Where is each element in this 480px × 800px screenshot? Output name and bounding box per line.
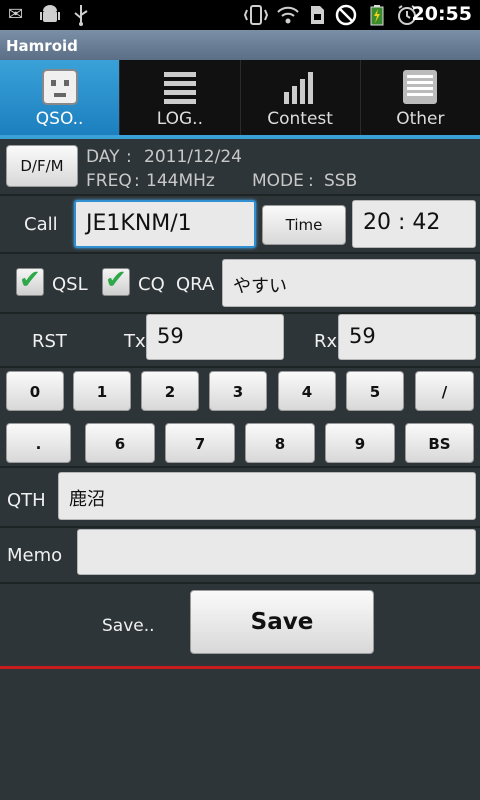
qsl-checkbox[interactable]: ✔: [16, 265, 44, 296]
memo-row: Memo: [0, 528, 480, 584]
key-1[interactable]: 1: [73, 371, 131, 411]
info-row: D/F/M DAY : 2011/12/24 FREQ : 144MHz MOD…: [0, 139, 480, 196]
call-label: Call: [24, 214, 58, 235]
freq-label: FREQ: [86, 171, 132, 191]
memo-label: Memo: [7, 545, 63, 566]
qth-input[interactable]: 鹿沼: [58, 472, 476, 520]
day-separator: :: [126, 147, 132, 167]
key-backspace[interactable]: BS: [405, 423, 474, 463]
tab-label: LOG..: [156, 109, 203, 129]
mode-value: SSB: [324, 171, 358, 191]
time-button[interactable]: Time: [262, 205, 346, 245]
check-icon: ✔: [105, 265, 127, 295]
call-row: Call JE1KNM/1 Time 20 : 42: [0, 196, 480, 254]
rst-row: RST Tx 59 Rx 59: [0, 314, 480, 368]
cq-label: CQ: [138, 274, 165, 295]
qra-label: QRA: [176, 274, 215, 295]
vibrate-icon: [243, 4, 269, 26]
day-label: DAY: [86, 147, 120, 167]
key-8[interactable]: 8: [245, 423, 315, 463]
key-3[interactable]: 3: [209, 371, 267, 411]
memo-input[interactable]: [77, 529, 476, 575]
qth-label: QTH: [7, 490, 46, 511]
key-6[interactable]: 6: [85, 423, 155, 463]
key-dot[interactable]: .: [6, 423, 71, 463]
usb-icon: [72, 4, 90, 26]
battery-icon: [368, 4, 386, 26]
rx-label: Rx: [314, 331, 338, 352]
app-root: ✉ 20:55 Hamroid QSO.. LOG.. Contest Othe…: [0, 0, 480, 800]
tab-other[interactable]: Other: [361, 60, 480, 135]
key-7[interactable]: 7: [165, 423, 235, 463]
cq-checkbox[interactable]: ✔: [102, 265, 130, 296]
tab-label: QSO..: [35, 109, 84, 129]
app-title: Hamroid: [0, 30, 480, 60]
status-clock: 20:55: [411, 3, 472, 25]
tab-contest[interactable]: Contest: [241, 60, 361, 135]
qra-row: ✔ QSL ✔ CQ QRA やすい: [0, 254, 480, 314]
tab-label: Other: [396, 109, 445, 129]
call-input[interactable]: JE1KNM/1: [74, 200, 256, 248]
key-0[interactable]: 0: [6, 371, 64, 411]
rst-label: RST: [32, 331, 67, 352]
status-bar: ✉ 20:55: [0, 0, 480, 30]
key-slash[interactable]: /: [415, 371, 474, 411]
key-9[interactable]: 9: [325, 423, 395, 463]
tab-bar: QSO.. LOG.. Contest Other: [0, 60, 480, 135]
day-value: 2011/12/24: [144, 147, 242, 167]
key-4[interactable]: 4: [278, 371, 336, 411]
rx-input[interactable]: 59: [338, 314, 476, 360]
robot-icon: [41, 68, 79, 110]
check-icon: ✔: [19, 265, 41, 295]
tx-label: Tx: [124, 331, 146, 352]
wifi-icon: [276, 4, 300, 26]
mode-label: MODE: [252, 171, 304, 191]
key-2[interactable]: 2: [141, 371, 199, 411]
tab-label: Contest: [267, 109, 333, 129]
tab-qso[interactable]: QSO..: [0, 60, 121, 135]
block-icon: [334, 4, 358, 26]
dfm-button[interactable]: D/F/M: [6, 145, 78, 187]
divider-line: [0, 666, 480, 669]
qsl-label: QSL: [52, 274, 88, 295]
tx-input[interactable]: 59: [146, 314, 284, 360]
freq-separator: :: [134, 171, 140, 191]
list-icon: [161, 68, 199, 110]
qth-row: QTH 鹿沼: [0, 468, 480, 528]
tab-log[interactable]: LOG..: [120, 60, 241, 135]
lines-icon: [401, 68, 439, 110]
time-input[interactable]: 20 : 42: [352, 200, 476, 248]
save-caption: Save..: [102, 616, 155, 636]
mail-icon: ✉: [8, 4, 24, 25]
bars-icon: [281, 68, 319, 110]
qra-input[interactable]: やすい: [222, 259, 476, 307]
mode-separator: :: [308, 171, 314, 191]
sim-icon: [308, 4, 326, 26]
key-5[interactable]: 5: [346, 371, 404, 411]
freq-value: 144MHz: [146, 171, 215, 191]
save-button[interactable]: Save: [190, 590, 374, 654]
android-icon: [40, 4, 60, 26]
